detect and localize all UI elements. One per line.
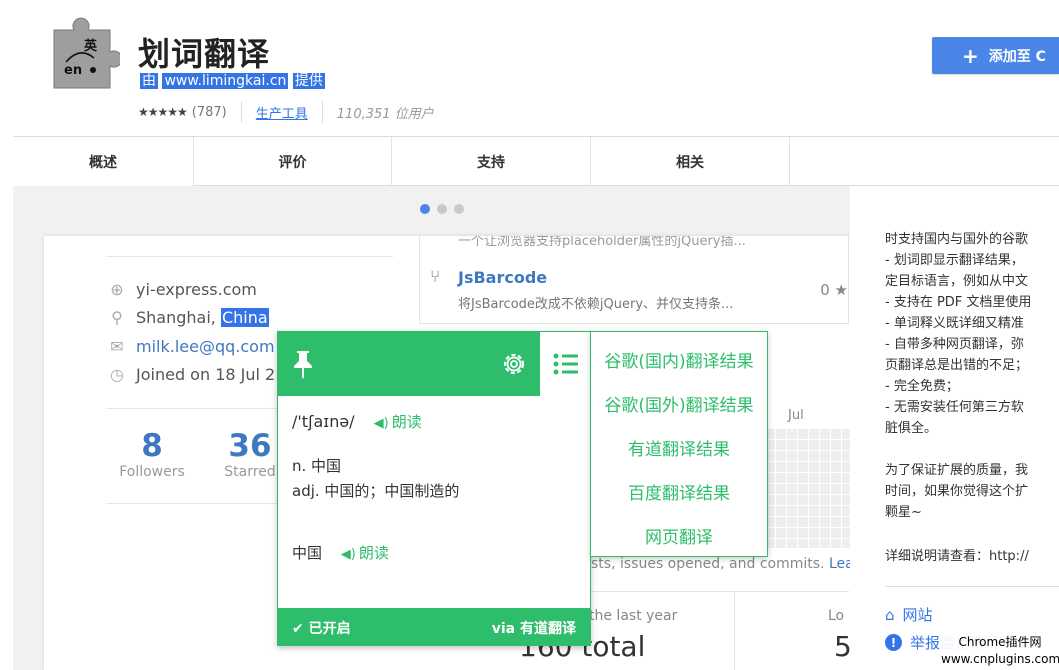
description-line: 颗星~ [885, 505, 922, 520]
globe-icon: ⊕ [110, 280, 124, 299]
tab-bar: 概述 评价 支持 相关 [13, 136, 1059, 187]
fork-icon: ⑂ [430, 267, 441, 287]
gallery-dot[interactable] [454, 204, 464, 214]
translated-word-row: 中国 ◀) 朗读 [292, 542, 389, 563]
tab-overview[interactable]: 概述 [13, 137, 193, 187]
description-line: - 完全免费； [885, 379, 959, 394]
repo-name-link[interactable]: JsBarcode [458, 268, 547, 287]
divider [240, 101, 242, 123]
description-line: 详细说明请查看：http:// [885, 549, 1029, 564]
profile-joined: ◷ Joined on 18 Jul 2 [108, 365, 275, 384]
description-line: - 支持在 PDF 文档里使用 [885, 295, 1032, 310]
speaker-icon: ◀) [373, 416, 389, 431]
description-line: - 无需安装任何第三方软 [885, 400, 1024, 415]
description-line: - 自带多种网页翻译，弥 [885, 337, 1024, 352]
gear-icon[interactable] [500, 350, 528, 378]
translated-word: 中国 [292, 544, 323, 562]
popup-header [278, 332, 592, 396]
contribution-grid [764, 428, 850, 548]
repo-faint-desc: 一个让浏览器支持placeholder属性的jQuery插... [458, 236, 746, 249]
add-to-chrome-button[interactable]: + 添加至 C [932, 37, 1059, 74]
contrib-note: sts, issues opened, and commits. Lea [591, 556, 850, 572]
profile-location: ⚲ Shanghai, China [108, 308, 269, 327]
app-title: 划词翻译 [138, 35, 271, 73]
clock-icon: ◷ [110, 365, 124, 384]
via-source: via 有道翻译 [491, 621, 576, 637]
user-count: 110,351 位用户 [336, 106, 434, 122]
puzzle-extension-icon: 英 en [53, 17, 120, 89]
pin-icon[interactable] [292, 349, 314, 379]
popup-footer: ✔ 已开启 via 有道翻译 [278, 608, 590, 646]
followers-stat[interactable]: 8 Followers [106, 428, 198, 480]
description-line: - 单词释义既详细又精准 [885, 316, 1024, 331]
total-label: the last year [589, 608, 678, 624]
location-pin-icon: ⚲ [111, 308, 123, 327]
gallery-dot[interactable] [420, 204, 430, 214]
enabled-toggle[interactable]: ✔ 已开启 [292, 618, 351, 638]
description-line: 页翻译总是出错的不足； [885, 358, 1029, 373]
rating-stars-icon: ★★★★★ [138, 105, 188, 119]
website-link[interactable]: ⌂ 网站 [885, 604, 933, 625]
tab-empty-area [789, 137, 1059, 186]
alert-icon: ! [885, 634, 902, 651]
description-column: 时支持国内与国外的谷歌 - 划词即显示翻译结果， 定目标语言，例如从中文 - 支… [850, 186, 1059, 670]
selected-word: China [220, 308, 269, 327]
rating-count[interactable]: (787) [192, 105, 227, 120]
speak-button[interactable]: ◀) 朗读 [374, 413, 422, 431]
speak-button[interactable]: ◀) 朗读 [341, 544, 389, 562]
divider [107, 256, 393, 257]
home-icon: ⌂ [885, 605, 895, 624]
engine-menu: 谷歌(国内)翻译结果 谷歌(国外)翻译结果 有道翻译结果 百度翻译结果 网页翻译 [590, 331, 768, 557]
repo-description: 将JsBarcode改成不依赖jQuery、并仅支持条... [458, 297, 734, 312]
divider [734, 592, 735, 670]
email-link[interactable]: milk.lee@qq.com [136, 337, 275, 356]
description-line: 为了保证扩展的质量，我 [885, 463, 1029, 478]
tab-support[interactable]: 支持 [391, 137, 590, 186]
longest-value: 5 [834, 630, 850, 663]
engine-webpage[interactable]: 网页翻译 [591, 523, 767, 548]
list-icon [553, 353, 578, 375]
engine-list-button[interactable] [540, 332, 592, 396]
divider [321, 101, 323, 123]
mail-icon: ✉ [110, 337, 124, 356]
engine-youdao[interactable]: 有道翻译结果 [591, 435, 767, 460]
contrib-month: Jul [788, 408, 804, 423]
repo-card: 一个让浏览器支持placeholder属性的jQuery插... ⑂ JsBar… [419, 236, 849, 324]
divider [885, 586, 1059, 587]
meta-row: ★★★★★ (787) 生产工具 110,351 位用户 [138, 101, 434, 123]
learn-more-link[interactable]: Lea [829, 556, 850, 572]
description-line: 脏俱全。 [885, 421, 938, 436]
add-button-label: 添加至 C [988, 48, 1046, 65]
engine-google-cn[interactable]: 谷歌(国内)翻译结果 [591, 347, 767, 372]
definition-noun: n. 中国 [292, 457, 342, 475]
phonetic: /'tʃaɪnə/ [292, 412, 355, 431]
description-line: 时间，如果你觉得这个扩 [885, 484, 1029, 499]
svg-text:en: en [64, 63, 82, 78]
profile-site: ⊕ yi-express.com [108, 280, 257, 299]
engine-baidu[interactable]: 百度翻译结果 [591, 479, 767, 504]
byline: 由 www.limingkai.cn 提供 [140, 72, 325, 91]
description-line: - 划词即显示翻译结果， [885, 253, 1024, 268]
byline-prefix: 由 [140, 73, 158, 89]
definition-adj: adj. 中国的；中国制造的 [292, 482, 460, 500]
plus-icon: + [962, 43, 979, 68]
repo-stars: 0 ★ [820, 281, 848, 299]
category-link[interactable]: 生产工具 [256, 103, 308, 122]
tab-related[interactable]: 相关 [590, 137, 789, 186]
longest-label: Lo [828, 608, 845, 624]
tab-reviews[interactable]: 评价 [193, 137, 391, 186]
engine-google-intl[interactable]: 谷歌(国外)翻译结果 [591, 391, 767, 416]
gallery-dots [420, 204, 464, 214]
profile-email: ✉ milk.lee@qq.com [108, 337, 275, 356]
byline-site-link[interactable]: www.limingkai.cn [162, 73, 289, 89]
watermark: Chrome插件网 www.cnplugins.com [941, 632, 1059, 670]
svg-text:英: 英 [83, 38, 98, 54]
description-line: 定目标语言，例如从中文 [885, 274, 1029, 289]
description-line: 时支持国内与国外的谷歌 [885, 232, 1029, 247]
speaker-icon: ◀) [340, 547, 356, 562]
translation-popup: /'tʃaɪnə/ ◀) 朗读 n. 中国 adj. 中国的；中国制造的 中国 ◀… [277, 331, 592, 646]
gallery-dot[interactable] [437, 204, 447, 214]
byline-suffix: 提供 [292, 73, 325, 89]
phonetic-row: /'tʃaɪnə/ ◀) 朗读 [292, 411, 422, 432]
